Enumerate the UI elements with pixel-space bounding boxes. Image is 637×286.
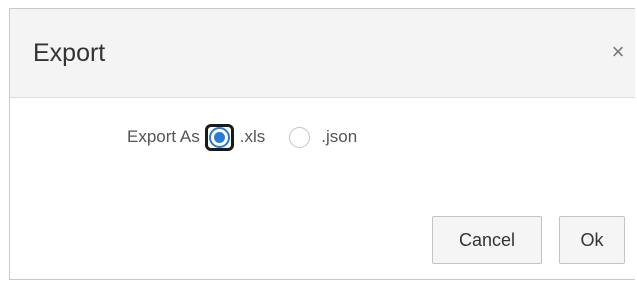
radio-label-json: .json	[321, 127, 358, 146]
export-format-row: Export As .xls .json	[127, 123, 358, 151]
close-icon[interactable]: ×	[607, 41, 629, 63]
ok-button[interactable]: Ok	[559, 216, 625, 264]
radio-xls[interactable]	[208, 126, 230, 148]
radio-option-xls[interactable]: .xls	[204, 123, 266, 151]
radio-label-xls: .xls	[239, 127, 266, 146]
dialog-body: Export As .xls .json Cancel Ok	[10, 98, 635, 279]
radio-json[interactable]	[289, 126, 311, 148]
export-as-label: Export As	[127, 127, 200, 146]
export-dialog: Export × Export As .xls .json Cancel Ok	[9, 8, 635, 280]
dialog-title: Export	[33, 39, 106, 67]
cancel-button[interactable]: Cancel	[432, 216, 542, 264]
radio-option-json[interactable]: .json	[289, 126, 358, 148]
dialog-header: Export ×	[10, 9, 635, 98]
radio-focus-ring	[204, 123, 234, 151]
